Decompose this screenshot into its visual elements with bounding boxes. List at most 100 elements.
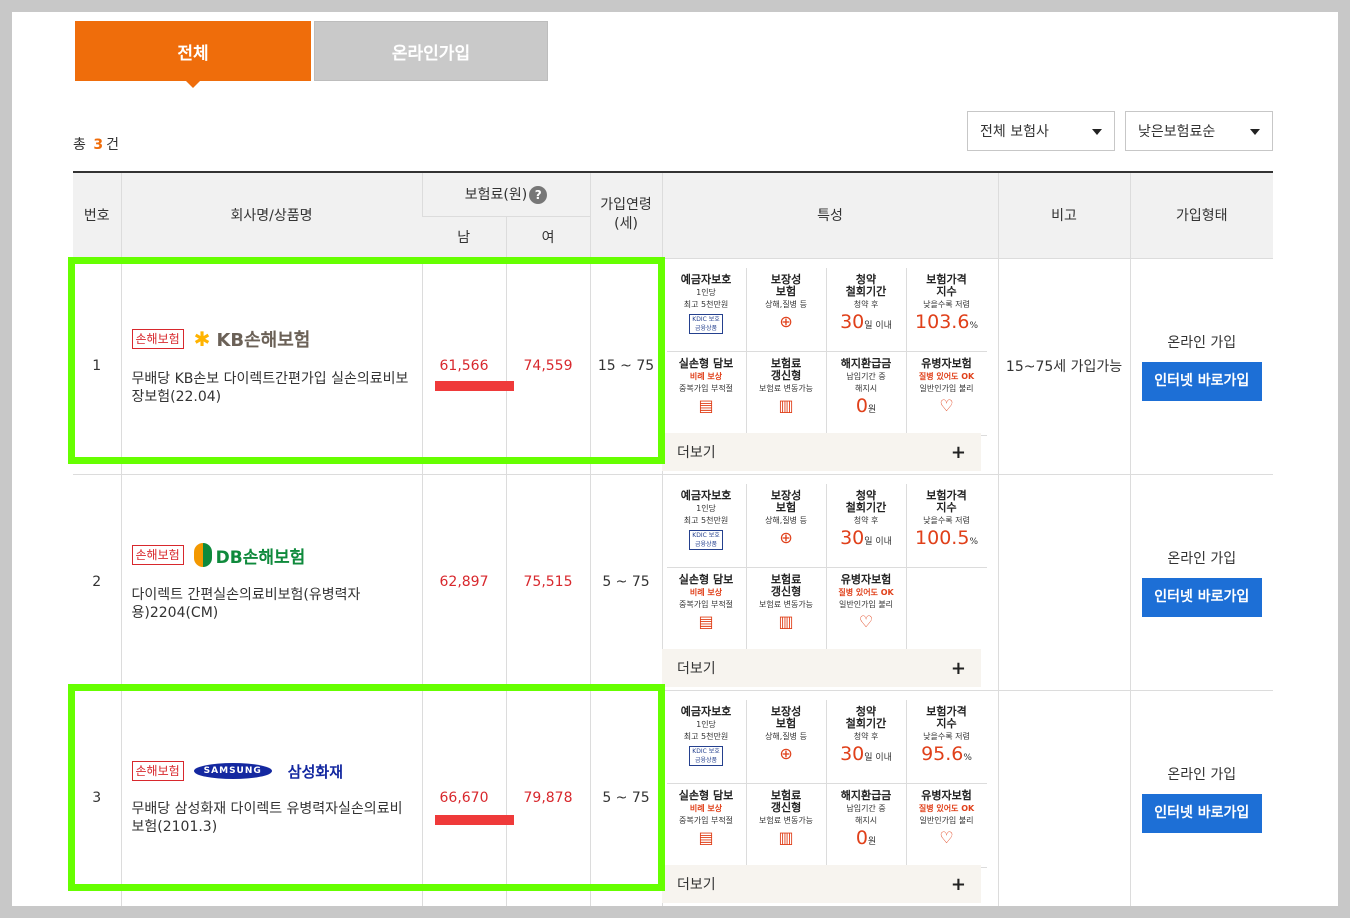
feature-renewal: 보험료 갱신형 보험료 변동가능 ▥ — [746, 567, 827, 652]
female-premium: 79,878 — [505, 690, 591, 906]
company-filter-value: 전체 보험사 — [980, 124, 1049, 140]
feature-sub: 중복가입 부적절 — [678, 383, 734, 393]
chart-icon: ▥ — [778, 395, 794, 415]
feature-sub: 1인당 — [696, 503, 716, 513]
header-premium-label: 보험료(원) — [464, 187, 528, 204]
more-toggle[interactable]: 더보기 + — [662, 865, 981, 903]
feature-value: 95.6 — [921, 742, 964, 765]
feature-title: 보장성 보험 — [770, 488, 802, 514]
medicine-bowl-icon: ⊕ — [779, 311, 793, 331]
feature-title: 예금자보호 — [680, 488, 732, 502]
feature-sub: 일반인가입 불리 — [919, 383, 974, 393]
document-icon: ▤ — [698, 827, 714, 847]
feature-sub: 보험료 변동가능 — [758, 599, 814, 609]
male-premium: 66,670 — [421, 690, 506, 906]
header-premium: 보험료(원)? — [421, 171, 591, 217]
header-male: 남 — [422, 216, 506, 259]
header-join-type: 가입형태 — [1129, 171, 1274, 259]
note-cell — [997, 690, 1131, 906]
feature-title: 예금자보호 — [680, 704, 732, 718]
sort-value: 낮은보험료순 — [1138, 124, 1216, 140]
male-premium: 62,897 — [421, 474, 506, 691]
feature-title: 보험가격 지수 — [926, 488, 967, 514]
feature-title: 보험료 갱신형 — [770, 572, 802, 598]
feature-actual-loss: 실손형 담보 비례 보상 중복가입 부적절 ▤ — [666, 351, 747, 436]
category-badge: 손해보험 — [131, 761, 184, 781]
help-icon[interactable]: ? — [529, 186, 548, 205]
page: 전체 온라인가입 총 3건 전체 보험사 낮은보험료순 번호 회사명/상품명 보… — [12, 12, 1338, 906]
chart-icon: ▥ — [778, 611, 794, 631]
kdic-badge-icon: KDIC 보호금융상품 — [689, 529, 724, 550]
company-cell: 손해보험 SAMSUNG 삼성화재 무배당 삼성화재 다이렉트 유병력자실손의료비… — [120, 690, 422, 906]
feature-sub: 낮을수록 저렴 — [923, 731, 970, 741]
feature-title: 해지환급금 — [840, 788, 892, 802]
join-type-label: 온라인 가입 — [1167, 550, 1237, 567]
feature-value: 100.5 — [915, 526, 970, 549]
header-note: 비고 — [997, 171, 1131, 259]
tab-online-join-label: 온라인가입 — [391, 43, 471, 64]
note-cell: 15~75세 가입가능 — [997, 258, 1131, 475]
company-cell: 손해보험 ✱ KB손해보험 무배당 KB손보 다이렉트간편가입 실손의료비보장보험… — [120, 258, 422, 475]
feature-coverage: 보장성 보험 상해,질병 등 ⊕ — [746, 483, 827, 568]
kdic-badge-icon: KDIC 보호금융상품 — [689, 745, 724, 766]
chart-icon: ▥ — [778, 827, 794, 847]
feature-value: 30 — [840, 310, 865, 333]
category-badge: 손해보험 — [131, 545, 184, 565]
kb-logo-text: KB손해보험 — [216, 330, 311, 351]
feature-sub: 1인당 — [696, 719, 716, 729]
more-toggle[interactable]: 더보기 + — [662, 433, 981, 471]
document-icon: ▤ — [698, 395, 714, 415]
document-icon: ▤ — [698, 611, 714, 631]
result-count-suffix: 건 — [106, 137, 119, 153]
join-age: 5 ~ 75 — [589, 474, 663, 691]
note-cell — [997, 474, 1131, 691]
feature-title: 실손형 담보 — [678, 788, 734, 802]
join-type-cell: 온라인 가입 인터넷 바로가입 — [1129, 474, 1274, 691]
join-type-cell: 온라인 가입 인터넷 바로가입 — [1129, 690, 1274, 906]
plus-icon: + — [950, 873, 966, 895]
plus-icon: + — [950, 657, 966, 679]
tab-all[interactable]: 전체 — [75, 21, 311, 88]
sort-select[interactable]: 낮은보험료순 — [1125, 111, 1273, 151]
product-table: 번호 회사명/상품명 보험료(원)? 가입연령 (세) 특성 비고 가입형태 남… — [73, 171, 1274, 906]
join-type-cell: 온라인 가입 인터넷 바로가입 — [1129, 258, 1274, 475]
feature-title: 보장성 보험 — [770, 272, 802, 298]
db-mark-icon — [193, 543, 212, 567]
product-name[interactable]: 무배당 삼성화재 다이렉트 유병력자실손의료비보험(2101.3) — [132, 800, 412, 836]
feature-deposit: 예금자보호 1인당 최고 5천만원 KDIC 보호금융상품 — [666, 699, 747, 784]
feature-title: 유병자보험 — [840, 572, 892, 586]
feature-sub: 납입기간 중 — [846, 371, 886, 381]
feature-title: 보험료 갱신형 — [770, 788, 802, 814]
feature-sub: 1인당 — [696, 287, 716, 297]
header-female: 여 — [505, 216, 591, 259]
female-premium: 75,515 — [505, 474, 591, 691]
feature-sub: 낮을수록 저렴 — [923, 515, 970, 525]
db-logo: DB손해보험 — [193, 543, 305, 568]
direct-join-button[interactable]: 인터넷 바로가입 — [1141, 361, 1262, 401]
tab-online-join[interactable]: 온라인가입 — [314, 21, 548, 81]
company-filter-select[interactable]: 전체 보험사 — [967, 111, 1115, 151]
feature-highlight: 질병 있어도 OK — [918, 803, 975, 813]
feature-refund: 해지환급금 납입기간 중 해지시 0원 — [826, 351, 907, 436]
feature-title: 청약 철회기간 — [845, 704, 887, 730]
product-name[interactable]: 무배당 KB손보 다이렉트간편가입 실손의료비보장보험(22.04) — [132, 370, 412, 406]
feature-sick: 유병자보험 질병 있어도 OK 일반인가입 불리 ♡ — [906, 784, 987, 868]
feature-sub: 상해,질병 등 — [765, 299, 807, 309]
direct-join-button[interactable]: 인터넷 바로가입 — [1141, 577, 1262, 617]
more-toggle[interactable]: 더보기 + — [662, 649, 981, 687]
result-count-prefix: 총 — [73, 137, 86, 153]
result-count-number: 3 — [93, 137, 104, 153]
row-number: 1 — [73, 258, 121, 475]
samsung-logo-text: 삼성화재 — [287, 762, 343, 781]
tab-active-caret — [186, 81, 200, 88]
tab-bar: 전체 온라인가입 — [75, 21, 548, 88]
join-age: 5 ~ 75 — [589, 690, 663, 906]
feature-sub: 해지시 — [854, 383, 878, 393]
header-features: 특성 — [661, 171, 999, 259]
feature-title: 해지환급금 — [840, 356, 892, 370]
direct-join-button[interactable]: 인터넷 바로가입 — [1141, 793, 1262, 833]
feature-sub: 청약 후 — [853, 731, 879, 741]
feature-deposit: 예금자보호 1인당 최고 5천만원 KDIC 보호금융상품 — [666, 267, 747, 352]
feature-coverage: 보장성 보험 상해,질병 등 ⊕ — [746, 699, 827, 784]
product-name[interactable]: 다이렉트 간편실손의료비보험(유병력자용)2204(CM) — [132, 586, 412, 622]
